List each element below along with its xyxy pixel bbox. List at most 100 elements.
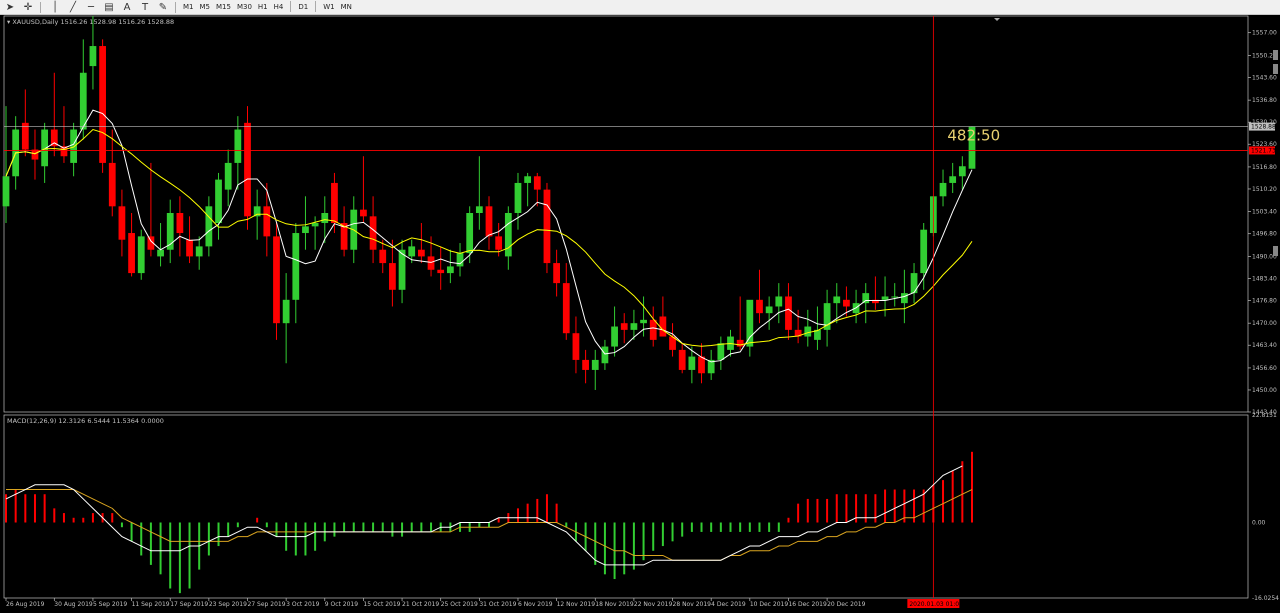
vertical-line-icon[interactable]: │ [47,1,63,13]
candle-body[interactable] [533,176,541,190]
candle-body[interactable] [417,249,425,257]
candle-body[interactable] [891,296,899,298]
candle-body[interactable] [128,233,135,274]
shapes-dropdown-icon[interactable]: ✎ [155,1,171,13]
candle-body[interactable] [234,129,242,163]
candle-body[interactable] [331,182,338,224]
candle-body[interactable] [302,226,309,234]
candle-body[interactable] [649,319,657,340]
candle-body[interactable] [446,266,454,274]
candle-body[interactable] [79,72,87,130]
candle-body[interactable] [321,212,329,224]
crosshair-icon[interactable]: ✛ [20,1,36,13]
candle-body[interactable] [89,46,97,67]
candle-body[interactable] [659,316,667,337]
trend-line-icon[interactable]: ╱ [65,1,81,13]
candle-body[interactable] [630,323,638,330]
candle-body[interactable] [369,216,377,250]
candle-body[interactable] [108,162,116,207]
timeframe-m30[interactable]: M30 [234,1,255,13]
candle-body[interactable] [833,296,841,304]
candle-body[interactable] [881,296,889,300]
candle-body[interactable] [118,206,126,240]
candle-body[interactable] [939,182,947,197]
timeframe-m15[interactable]: M15 [213,1,234,13]
candle-body[interactable] [514,182,522,213]
candle-body[interactable] [360,209,367,217]
candle-body[interactable] [282,299,290,324]
candle-body[interactable] [311,223,319,227]
candle-body[interactable] [244,122,251,217]
candle-body[interactable] [756,299,763,314]
timeframe-h1[interactable]: H1 [255,1,271,13]
candle-body[interactable] [31,149,39,160]
candle-body[interactable] [466,212,474,254]
text-tool-icon[interactable]: A [119,1,135,13]
candle-body[interactable] [524,176,532,183]
candle-body[interactable] [910,273,918,294]
candle-body[interactable] [273,236,280,324]
candle-body[interactable] [640,319,647,324]
candle-body[interactable] [582,359,589,370]
candle-body[interactable] [900,293,908,304]
candle-body[interactable] [591,359,599,370]
candle-body[interactable] [543,189,551,264]
candle-body[interactable] [620,323,628,330]
candle-body[interactable] [717,343,725,360]
candle-body[interactable] [408,246,416,257]
candle-body[interactable] [949,176,957,183]
candle-body[interactable] [456,253,464,267]
candle-body[interactable] [678,349,686,370]
candle-body[interactable] [70,129,78,163]
cursor-arrow-icon[interactable]: ➤ [2,1,18,13]
candle-body[interactable] [843,299,850,307]
horizontal-line-icon[interactable]: ─ [83,1,99,13]
candle-body[interactable] [215,179,222,224]
label-tool-icon[interactable]: T [137,1,153,13]
candle-body[interactable] [746,299,754,347]
candle-body[interactable] [504,212,512,257]
candle-body[interactable] [920,229,928,274]
candle-body[interactable] [698,356,705,374]
candle-body[interactable] [137,236,145,274]
candle-body[interactable] [157,249,164,257]
candle-body[interactable] [427,256,435,270]
candle-body[interactable] [765,306,773,314]
candle-body[interactable] [99,46,106,163]
candle-body[interactable] [862,293,870,304]
candle-body[interactable] [495,236,503,250]
candle-body[interactable] [292,233,300,300]
candle-body[interactable] [186,239,193,257]
candle-body[interactable] [572,333,580,360]
candle-body[interactable] [224,162,232,190]
candle-body[interactable] [389,263,396,290]
candle-body[interactable] [562,283,570,334]
candle-body[interactable] [379,249,387,264]
channel-icon[interactable]: ▤ [101,1,117,13]
candle-body[interactable] [475,206,483,213]
timeframe-d1[interactable]: D1 [295,1,311,13]
candle-body[interactable] [601,346,609,364]
candle-body[interactable] [785,296,792,330]
chart-area[interactable]: 1557.001550.201543.601536.801530.201523.… [0,14,1280,613]
candle-body[interactable] [775,296,783,307]
timeframe-m5[interactable]: M5 [197,1,214,13]
chart-shift-marker[interactable] [994,18,1000,21]
candle-body[interactable] [823,303,831,330]
candle-body[interactable] [205,206,213,247]
candle-body[interactable] [263,206,271,237]
timeframe-m1[interactable]: M1 [180,1,197,13]
scroll-handle-icon[interactable] [1273,246,1278,256]
candle-body[interactable] [804,326,812,337]
candle-body[interactable] [958,166,966,177]
timeframe-w1[interactable]: W1 [320,1,337,13]
candle-body[interactable] [611,326,618,347]
timeframe-h4[interactable]: H4 [271,1,287,13]
scale-up-icon[interactable] [1273,50,1278,60]
candle-body[interactable] [176,212,184,234]
scale-down-icon[interactable] [1273,64,1278,74]
candle-body[interactable] [736,339,744,347]
candle-body[interactable] [553,263,561,284]
candle-body[interactable] [688,356,696,370]
candle-body[interactable] [2,176,10,207]
